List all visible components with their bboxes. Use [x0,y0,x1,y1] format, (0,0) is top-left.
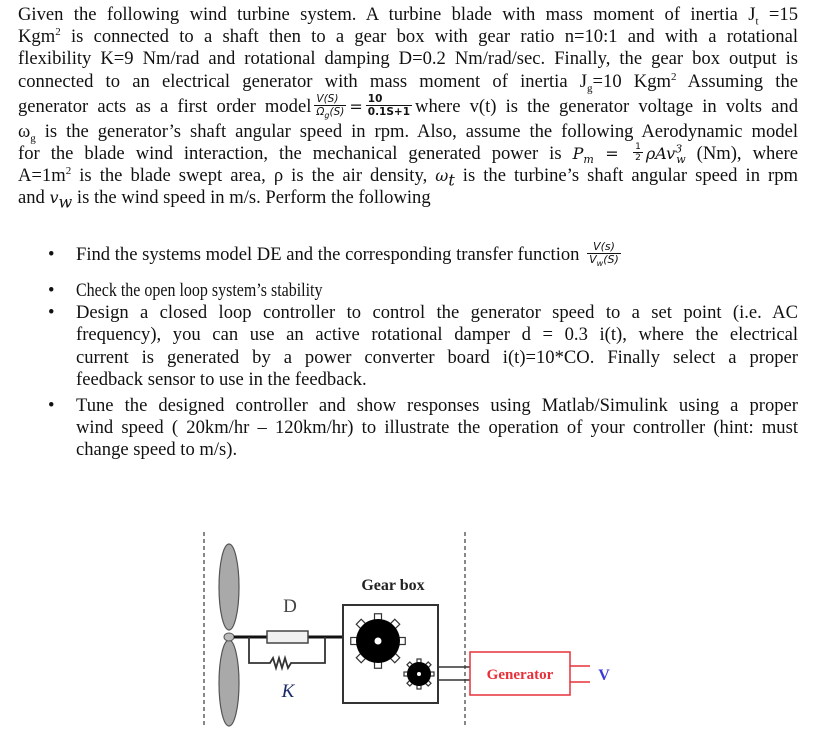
damper-label: D [283,596,297,617]
output-voltage-label: V [598,667,610,684]
small-gear-icon [403,658,435,690]
turbine-hub [223,632,235,642]
gear-axle [374,637,382,645]
turbine-blade-top [218,543,240,631]
damper-element [266,630,309,644]
spring-label: K [281,681,296,702]
gear-axle [417,672,421,676]
turbine-blade-bottom [218,639,240,727]
wind-turbine-diagram: D K Gear box Generator V [203,532,610,728]
gearbox-label: Gear box [361,577,424,594]
large-gear-icon [350,613,406,669]
generator-label: Generator [487,667,554,683]
